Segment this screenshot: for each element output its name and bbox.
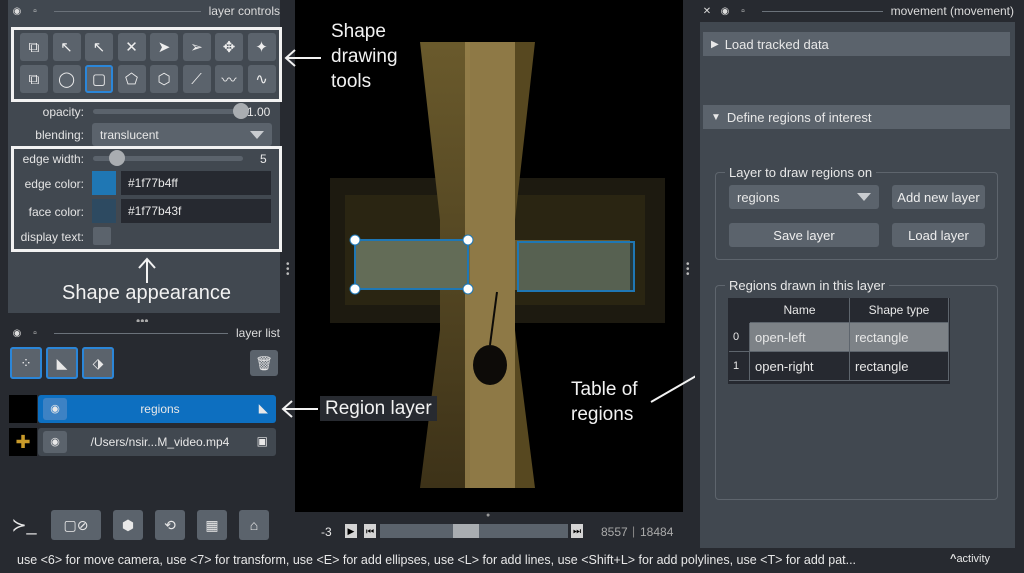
load-layer-button[interactable]: Load layer [892, 223, 985, 247]
shape-appearance-highlight [11, 146, 282, 252]
frame-start-label: -3 [321, 525, 332, 539]
blending-value: translucent [100, 127, 159, 142]
table-header-type[interactable]: Shape type [850, 298, 949, 323]
chevron-down-icon: ▼ [711, 111, 721, 123]
regions-table-title: Regions drawn in this layer [725, 278, 890, 293]
layer-thumbnail [9, 395, 37, 423]
blending-label: blending: [35, 128, 84, 142]
layer-visibility-icon[interactable]: ◉ [43, 431, 67, 453]
step-forward-button[interactable]: ⏭ [571, 524, 583, 538]
float-icon[interactable]: ▫ [736, 6, 750, 17]
layer-name: /Users/nsir...M_video.mp4 [90, 435, 230, 449]
header-divider [54, 10, 201, 12]
row-index: 1 [729, 352, 750, 381]
label-tag-icon: ⬗ [92, 354, 104, 371]
total-frames: 18484 [640, 525, 674, 539]
blending-select[interactable]: translucent [92, 123, 272, 146]
layer-name: regions [140, 402, 180, 416]
image-layer-icon: ▣ [256, 434, 268, 448]
row-index: 0 [729, 323, 750, 352]
shapes-layer-icon: ◣ [258, 401, 268, 415]
current-frame: 8557 [601, 525, 628, 539]
new-labels-layer-button[interactable]: ⬗ [82, 347, 114, 379]
layer-row[interactable]: ◉ regions ◣ [38, 395, 276, 423]
grid-view-button[interactable]: ▦ [197, 510, 227, 540]
eye-icon[interactable]: ◉ [718, 6, 732, 17]
region-name-cell[interactable]: open-left [750, 323, 850, 352]
layer-thumbnail: ✚ [9, 428, 37, 456]
trash-icon: 🗑 [255, 354, 273, 371]
layer-visibility-icon[interactable]: ◉ [43, 398, 67, 420]
layer-list-title: layer list [235, 326, 280, 340]
opacity-label: opacity: [42, 105, 84, 119]
home-button[interactable]: ⌂ [239, 510, 269, 540]
activity-label: activity [956, 553, 991, 565]
table-annotation: Table of regions [571, 379, 638, 425]
delete-layer-button[interactable]: 🗑 [250, 350, 278, 376]
new-shapes-layer-button[interactable]: ◣ [46, 347, 78, 379]
load-tracked-data-label: Load tracked data [724, 36, 829, 52]
float-icon[interactable]: ▫ [28, 6, 42, 17]
region-layer-annotation: Region layer [320, 396, 437, 421]
transpose-button[interactable]: ⟲ [155, 510, 185, 540]
layer-controls-header: ◉ ▫ layer controls [10, 0, 280, 22]
up-arrow-icon [138, 257, 156, 283]
opacity-value: 1.00 [247, 105, 271, 119]
frame-slider-handle[interactable] [452, 524, 479, 538]
chevron-right-icon: ▶ [711, 38, 719, 50]
add-new-layer-button[interactable]: Add new layer [892, 185, 985, 209]
layer-list-header: ◉ ▫ layer list [10, 322, 280, 344]
eye-icon[interactable]: ◉ [10, 6, 24, 17]
vertical-handle-left[interactable]: • • • [286, 260, 290, 280]
toggle-ndisplay-button[interactable]: ▢⊘ [51, 510, 101, 540]
save-layer-button[interactable]: Save layer [729, 223, 879, 247]
load-tracked-data-section[interactable]: ▶ Load tracked data [703, 32, 1010, 56]
region-type-cell[interactable]: rectangle [850, 323, 949, 352]
napari-window: ◉ ▫ layer controls ⧉ ↖ ↖ ✕ ➤ ➢ ✥ ✦ ⧉ ◯ ▢ ⬠ ⬡ ⟋ 〰 ∿ opac… [0, 0, 1024, 573]
header-divider [54, 332, 228, 334]
layer-select[interactable]: regions [729, 185, 879, 209]
roll-dims-button[interactable]: ⬢ [113, 510, 143, 540]
shape-tools-highlight [11, 27, 282, 102]
layer-row[interactable]: ◉ /Users/nsir...M_video.mp4 ▣ [38, 428, 276, 456]
layer-controls-title: layer controls [208, 4, 280, 18]
chevron-down-icon [250, 130, 264, 139]
vertical-handle-right[interactable]: • • • [686, 260, 690, 280]
opacity-slider[interactable] [93, 109, 240, 114]
float-icon[interactable]: ▫ [28, 328, 42, 339]
movement-title: movement (movement) [890, 4, 1014, 18]
layer-to-draw-title: Layer to draw regions on [725, 165, 877, 180]
header-divider [762, 10, 883, 12]
region-name-cell[interactable]: open-right [750, 352, 850, 381]
left-arrow-icon [281, 400, 318, 418]
chevron-down-icon [857, 193, 871, 201]
shapes-icon: ◣ [56, 354, 68, 371]
define-roi-label: Define regions of interest [726, 109, 872, 125]
slider-grip[interactable]: ● [486, 512, 490, 519]
region-type-cell[interactable]: rectangle [850, 352, 949, 381]
step-back-button[interactable]: ⏮ [364, 524, 376, 538]
console-button[interactable]: ≻_ [8, 510, 40, 540]
table-header-name[interactable]: Name [750, 298, 850, 323]
frame-separator: | [632, 524, 636, 538]
left-arrow-icon [284, 49, 321, 67]
movement-header: ✕ ◉ ▫ movement (movement) [700, 0, 1014, 22]
activity-button[interactable]: ^activity [950, 553, 990, 565]
shape-tools-annotation: Shape drawing tools [331, 21, 398, 92]
points-icon: ⁘ [20, 354, 32, 371]
eye-icon[interactable]: ◉ [10, 328, 24, 339]
layer-select-value: regions [737, 189, 780, 205]
play-button[interactable]: ▶ [345, 524, 357, 538]
new-points-layer-button[interactable]: ⁘ [10, 347, 42, 379]
close-icon[interactable]: ✕ [700, 6, 714, 17]
status-text: use <6> for move camera, use <7> for tra… [17, 553, 857, 567]
define-roi-section[interactable]: ▼ Define regions of interest [703, 105, 1010, 129]
